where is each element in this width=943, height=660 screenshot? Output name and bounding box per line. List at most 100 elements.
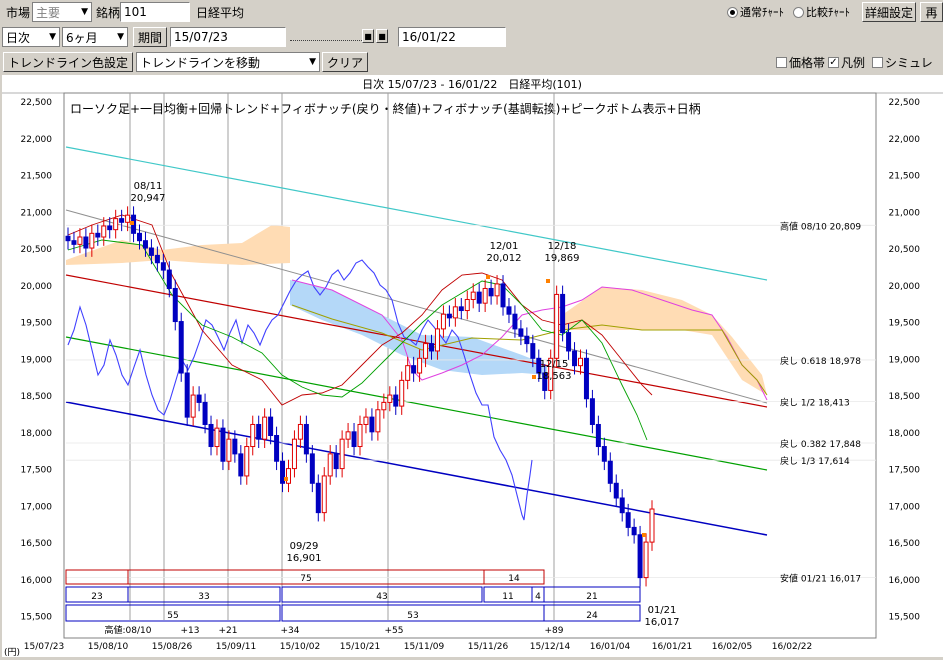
y-tick-label-left: 15,500 — [21, 613, 53, 623]
annotation-date: 12/18 — [548, 241, 577, 252]
candle-up — [339, 438, 345, 470]
detail-settings-button[interactable]: 詳細設定 — [862, 2, 916, 22]
candle-up — [77, 236, 83, 245]
candle-down — [411, 365, 417, 374]
chevron-down-icon: ▼ — [49, 32, 56, 42]
fib-label: 高値 08/10 20,809 — [780, 220, 861, 232]
annotation-value: 20,947 — [131, 193, 166, 204]
candle-up — [649, 508, 655, 543]
price-chart[interactable]: 日次 15/07/23 - 16/01/22 日経平均(101) ローソク足+一… — [2, 75, 943, 658]
candle-up — [321, 475, 327, 514]
candle-down — [166, 269, 172, 289]
candle-up — [464, 298, 470, 312]
candle-down — [476, 291, 482, 304]
y-tick-label-right: 22,500 — [889, 98, 921, 108]
x-tick-label: 15/09/11 — [216, 642, 256, 652]
candle-up — [190, 394, 196, 418]
period-type-value: 日次 — [6, 30, 31, 45]
candle-down — [625, 512, 631, 528]
start-date-input[interactable]: 15/07/23 — [170, 27, 286, 47]
candle-down — [83, 236, 89, 249]
fib-label: 戻し 0.618 18,978 — [780, 355, 861, 367]
annotation-value: 20,012 — [487, 253, 522, 264]
candle-down — [303, 423, 309, 455]
simulation-checkbox[interactable]: シミュレ — [872, 54, 933, 71]
candle-down — [524, 335, 530, 345]
legend-checkbox[interactable]: ✓ 凡例 — [828, 54, 865, 71]
candle-up — [262, 416, 268, 440]
chart-area[interactable]: 日次 15/07/23 - 16/01/22 日経平均(101) ローソク足+一… — [2, 75, 943, 658]
y-tick-label-right: 20,500 — [889, 245, 921, 255]
candle-down — [429, 343, 435, 352]
candle-down — [393, 394, 399, 407]
candle-down — [172, 287, 178, 323]
price-band-checkbox[interactable]: 価格帯 — [776, 54, 825, 71]
candle-up — [470, 291, 476, 300]
y-tick-label-right: 21,500 — [889, 172, 921, 182]
candle-up — [554, 293, 560, 359]
chart-mode-compare-radio[interactable]: 比較ﾁｬｰﾄ — [793, 4, 850, 20]
candle-up — [285, 468, 291, 484]
y-tick-label-left: 21,000 — [21, 208, 53, 218]
x-tick-label: 15/10/21 — [340, 642, 380, 652]
span-select[interactable]: 6ヶ月 ▼ — [62, 27, 128, 47]
candle-up — [327, 453, 333, 477]
hibashira-count: 21 — [586, 592, 597, 602]
hibashira-count: 75 — [300, 574, 311, 584]
candle-down — [530, 343, 536, 359]
period-button[interactable]: 期間 — [133, 27, 167, 47]
trendline-color-button[interactable]: トレンドライン色設定 — [3, 52, 133, 72]
range-slider-track[interactable] — [290, 33, 362, 41]
candle-up — [357, 423, 363, 448]
candle-down — [351, 431, 357, 448]
hibashira-count: 53 — [407, 611, 418, 621]
candle-down — [595, 423, 601, 448]
candle-down — [506, 306, 512, 315]
hibashira-count: 14 — [508, 574, 520, 584]
redraw-button[interactable]: 再 — [920, 2, 943, 22]
y-tick-label-right: 20,000 — [889, 282, 921, 292]
period-type-select[interactable]: 日次 ▼ — [2, 27, 60, 47]
candle-down — [202, 401, 208, 425]
candle-up — [297, 423, 303, 440]
candle-down — [518, 328, 524, 337]
candle-down — [65, 235, 71, 242]
trendline-mode-select[interactable]: トレンドラインを移動 ▼ — [136, 52, 320, 72]
candle-down — [458, 306, 464, 312]
annotation-value: 16,017 — [645, 617, 680, 628]
y-tick-label-left: 17,000 — [21, 502, 53, 512]
range-slider-right-handle[interactable]: ■ — [376, 29, 388, 43]
candle-down — [566, 332, 572, 352]
y-tick-label-left: 20,000 — [21, 282, 53, 292]
candle-down — [274, 435, 280, 462]
symbol-input[interactable]: 101 — [120, 2, 190, 22]
end-date-input[interactable]: 16/01/22 — [398, 27, 506, 47]
range-slider-left-handle[interactable]: ■ — [362, 29, 374, 43]
hibashira-count: 11 — [502, 592, 513, 602]
annotation-date: 01/21 — [648, 605, 677, 616]
y-tick-label-right: 18,000 — [889, 429, 921, 439]
candle-up — [244, 446, 250, 477]
peak-bottom-marker — [642, 533, 646, 537]
peak-bottom-marker — [532, 375, 536, 379]
hibashira-count: 4 — [535, 592, 541, 602]
day-count-mark: +34 — [281, 626, 300, 636]
candle-up — [113, 218, 119, 231]
candle-down — [107, 225, 113, 231]
toolbar-top: 市場 主要 ▼ 銘柄 101 日経平均 通常ﾁｬｰﾄ 比較ﾁｬｰﾄ 詳細設定 再 — [0, 0, 943, 24]
y-tick-label-left: 18,500 — [21, 392, 53, 402]
checkmark-icon: ✓ — [828, 56, 839, 68]
market-select[interactable]: 主要 ▼ — [32, 2, 92, 22]
clear-button[interactable]: クリア — [322, 52, 368, 72]
candle-down — [488, 287, 494, 297]
candle-down — [315, 482, 321, 514]
x-tick-label: 16/02/05 — [712, 642, 752, 652]
y-tick-label-left: 16,000 — [21, 576, 53, 586]
candle-down — [232, 438, 238, 455]
market-value: 主要 — [36, 5, 61, 20]
radio-icon — [793, 6, 804, 18]
candle-up — [405, 365, 411, 381]
candle-up — [577, 357, 583, 367]
chart-mode-normal-radio[interactable]: 通常ﾁｬｰﾄ — [727, 4, 784, 20]
y-tick-label-left: 21,500 — [21, 172, 53, 182]
